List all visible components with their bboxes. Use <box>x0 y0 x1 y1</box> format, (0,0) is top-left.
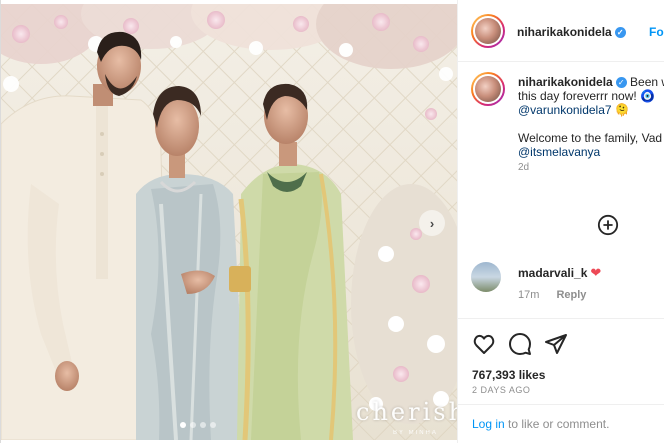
heart-emoji: ❤ <box>590 265 602 280</box>
commenter-username[interactable]: madarvali_k <box>518 266 587 280</box>
action-bar <box>458 318 664 366</box>
post-sidebar: niharikakonidela✓ Follo niharikakonidela… <box>457 0 664 443</box>
comment-timestamp: 17m <box>518 289 540 301</box>
photo-illustration <box>1 4 457 440</box>
mention-link[interactable]: @itsmelavanya <box>518 145 600 159</box>
nazar-emoji: 🧿 <box>640 89 656 103</box>
like-count[interactable]: 767,393 likes <box>472 368 545 382</box>
carousel-next-button[interactable]: › <box>419 210 445 236</box>
carousel-dot <box>180 422 186 428</box>
heart-outline-icon[interactable] <box>472 332 496 356</box>
caption-text-line4: Welcome to the family, Vad <box>518 131 663 145</box>
chevron-right-icon: › <box>429 215 435 231</box>
author-avatar[interactable] <box>471 14 505 48</box>
photo-watermark: cherish <box>356 398 457 426</box>
follow-button[interactable]: Follo <box>649 25 664 39</box>
login-link[interactable]: Log in <box>472 417 505 431</box>
post-photo[interactable]: › cherish BY MINHA <box>1 4 457 440</box>
author-username: niharikakonidela <box>517 25 612 39</box>
photo-watermark-sub: BY MINHA <box>393 430 438 436</box>
reply-button[interactable]: Reply <box>556 289 586 301</box>
melting-face-emoji: 🫠 <box>614 103 630 117</box>
caption-author-username[interactable]: niharikakonidela <box>518 75 613 89</box>
verified-badge-icon: ✓ <box>614 27 626 38</box>
login-prompt-text: to like or comment. <box>508 417 610 431</box>
add-comment-circle-icon[interactable] <box>597 214 619 236</box>
login-prompt-bar: Log in to like or comment. <box>458 404 664 443</box>
carousel-dot <box>190 422 196 428</box>
caption-text-line2: this day foreverrr now! <box>518 89 637 103</box>
speech-bubble-icon[interactable] <box>508 332 532 356</box>
carousel-dot <box>210 422 216 428</box>
carousel-dot <box>200 422 206 428</box>
caption-text-line1: Been w <box>630 75 664 89</box>
post-caption: niharikakonidela✓ Been w this day foreve… <box>518 75 664 175</box>
commenter-avatar[interactable] <box>471 262 501 292</box>
caption-author-avatar[interactable] <box>471 72 505 106</box>
post-header: niharikakonidela✓ Follo <box>458 0 664 62</box>
verified-badge-icon: ✓ <box>615 77 627 88</box>
caption-timestamp: 2d <box>518 162 530 173</box>
paper-plane-icon[interactable] <box>544 332 568 356</box>
login-prompt: Log in to like or comment. <box>472 417 609 431</box>
instagram-post-frame: › cherish BY MINHA niharikakonidela✓ Fol… <box>0 0 664 443</box>
post-date: 2 DAYS AGO <box>472 385 531 395</box>
author-username-link[interactable]: niharikakonidela ✓ <box>517 25 626 39</box>
comment-item: madarvali_k ❤ <box>518 265 601 281</box>
comment-meta: 17m Reply <box>518 289 586 301</box>
carousel-indicator <box>180 422 216 428</box>
mention-link[interactable]: @varunkonidela7 <box>518 103 612 117</box>
